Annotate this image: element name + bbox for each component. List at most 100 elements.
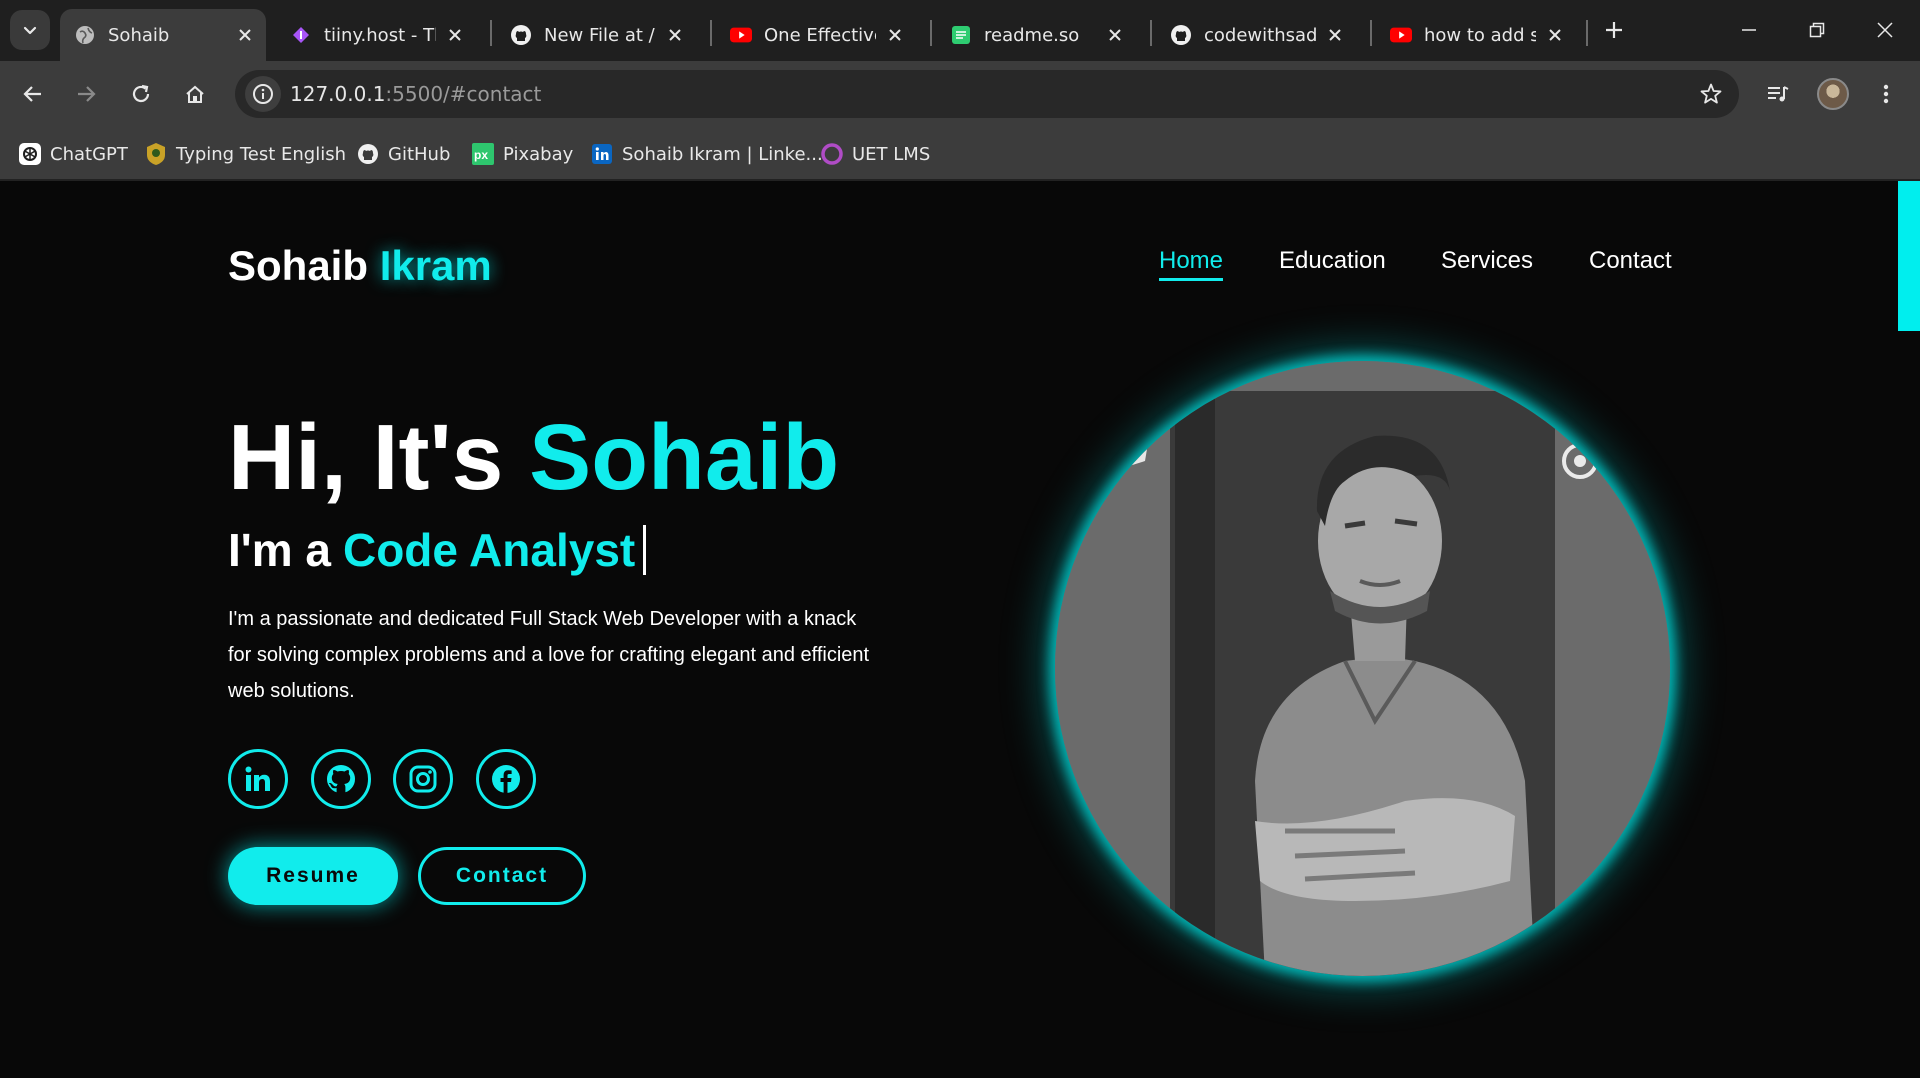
contact-button[interactable]: Contact [418, 847, 586, 905]
hero-name: Sohaib [529, 405, 840, 509]
tab-search-button[interactable] [10, 10, 50, 50]
playlist-icon [1768, 86, 1789, 102]
info-icon [253, 84, 273, 104]
bookmark-linkedin[interactable]: Sohaib Ikram | Linke... [590, 140, 823, 168]
hero-role: I'm a Code Analyst [228, 524, 647, 576]
instagram-link[interactable] [393, 749, 453, 809]
arrow-right-icon [78, 86, 96, 102]
minimize-icon [1742, 29, 1756, 31]
profile-button[interactable] [1813, 74, 1853, 114]
facebook-icon [492, 765, 520, 793]
bookmark-pixabay[interactable]: px Pixabay [471, 140, 573, 168]
bookmark-github[interactable]: GitHub [356, 140, 450, 168]
reload-button[interactable] [121, 74, 161, 114]
new-tab-button[interactable] [1600, 16, 1628, 44]
tab-separator [930, 20, 932, 46]
kebab-menu-icon [1883, 84, 1889, 104]
close-tab-icon[interactable] [1104, 24, 1126, 46]
star-icon [1700, 83, 1722, 104]
tab-title: One Effective [764, 24, 876, 46]
hero-heading: Hi, It's Sohaib [228, 411, 839, 504]
close-tab-icon[interactable] [234, 24, 256, 46]
nav-home[interactable]: Home [1159, 247, 1224, 281]
tab-separator [710, 20, 712, 46]
tab-title: Sohaib [108, 24, 170, 46]
svg-text:px: px [474, 148, 488, 162]
close-tab-icon[interactable] [444, 24, 466, 46]
tab-title: how to add sc [1424, 24, 1536, 46]
portfolio-page: Sohaib Ikram Home Education Services Con… [0, 181, 1920, 1078]
chatgpt-icon [18, 142, 42, 166]
tab-sohaib[interactable]: Sohaib [60, 9, 266, 61]
tab-new-file[interactable]: New File at / · [496, 9, 696, 61]
nav-education[interactable]: Education [1279, 247, 1386, 275]
tab-separator [490, 20, 492, 46]
readme-icon [950, 24, 972, 46]
bookmark-star-button[interactable] [1697, 80, 1725, 108]
bookmark-label: Sohaib Ikram | Linke... [622, 143, 823, 165]
tab-one-effective[interactable]: One Effective [716, 9, 916, 61]
typing-caret [643, 525, 647, 575]
close-tab-icon[interactable] [664, 24, 686, 46]
role-prefix: I'm a [228, 524, 331, 576]
bookmarks-bar: ChatGPT Typing Test English GitHub px Pi… [0, 127, 1920, 181]
close-tab-icon[interactable] [1544, 24, 1566, 46]
bookmark-chatgpt[interactable]: ChatGPT [18, 140, 128, 168]
globe-icon [74, 24, 96, 46]
profile-photo [1055, 361, 1670, 976]
restore-button[interactable] [1794, 12, 1840, 48]
tab-separator [1586, 20, 1588, 46]
close-tab-icon[interactable] [884, 24, 906, 46]
youtube-icon [1390, 24, 1412, 46]
typing-test-icon [144, 142, 168, 166]
bookmark-label: Typing Test English [176, 143, 346, 165]
address-bar[interactable]: 127.0.0.1:5500/#contact [235, 70, 1739, 118]
tab-how-to-add[interactable]: how to add sc [1376, 9, 1576, 61]
site-info-button[interactable] [245, 76, 281, 112]
nav-contact[interactable]: Contact [1589, 247, 1672, 275]
bookmark-uet-lms[interactable]: UET LMS [820, 140, 930, 168]
site-logo[interactable]: Sohaib Ikram [228, 242, 492, 290]
close-window-button[interactable] [1862, 12, 1908, 48]
tab-title: codewithsade [1204, 24, 1316, 46]
tab-title: New File at / · [544, 24, 656, 46]
hero-greeting: Hi, It's [228, 405, 504, 509]
instagram-icon [409, 765, 437, 793]
tab-separator [1150, 20, 1152, 46]
github-link[interactable] [311, 749, 371, 809]
uet-lms-icon [820, 142, 844, 166]
bookmark-typing-test[interactable]: Typing Test English [144, 140, 346, 168]
home-button[interactable] [175, 74, 215, 114]
resume-button[interactable]: Resume [228, 847, 398, 905]
linkedin-link[interactable] [228, 749, 288, 809]
scroll-indicator [1898, 181, 1920, 331]
reload-icon [132, 84, 150, 103]
browser-toolbar: 127.0.0.1:5500/#contact [0, 61, 1920, 127]
tab-title: readme.so [984, 24, 1080, 46]
bookmark-label: UET LMS [852, 143, 931, 165]
close-tab-icon[interactable] [1324, 24, 1346, 46]
bookmark-label: Pixabay [503, 143, 574, 165]
arrow-left-icon [23, 86, 41, 102]
facebook-link[interactable] [476, 749, 536, 809]
youtube-icon [730, 24, 752, 46]
minimize-button[interactable] [1726, 12, 1772, 48]
person-photo-image [1055, 361, 1670, 976]
back-button[interactable] [13, 74, 53, 114]
nav-services[interactable]: Services [1441, 247, 1533, 275]
avatar [1817, 78, 1849, 110]
plus-icon [1606, 22, 1622, 38]
url-path: :5500/#contact [385, 82, 542, 106]
browser-menu-button[interactable] [1866, 74, 1906, 114]
bookmark-label: GitHub [388, 143, 451, 165]
tab-readme-so[interactable]: readme.so [936, 9, 1136, 61]
media-control-button[interactable] [1758, 74, 1798, 114]
forward-button[interactable] [66, 74, 106, 114]
github-icon [510, 24, 532, 46]
hero-description: I'm a passionate and dedicated Full Stac… [228, 608, 870, 702]
tab-tiiny-host[interactable]: tiiny.host - Th [276, 9, 476, 61]
logo-first-name: Sohaib [228, 242, 369, 289]
close-icon [1877, 22, 1893, 38]
bookmark-label: ChatGPT [50, 143, 128, 165]
tab-codewithsade[interactable]: codewithsade [1156, 9, 1356, 61]
